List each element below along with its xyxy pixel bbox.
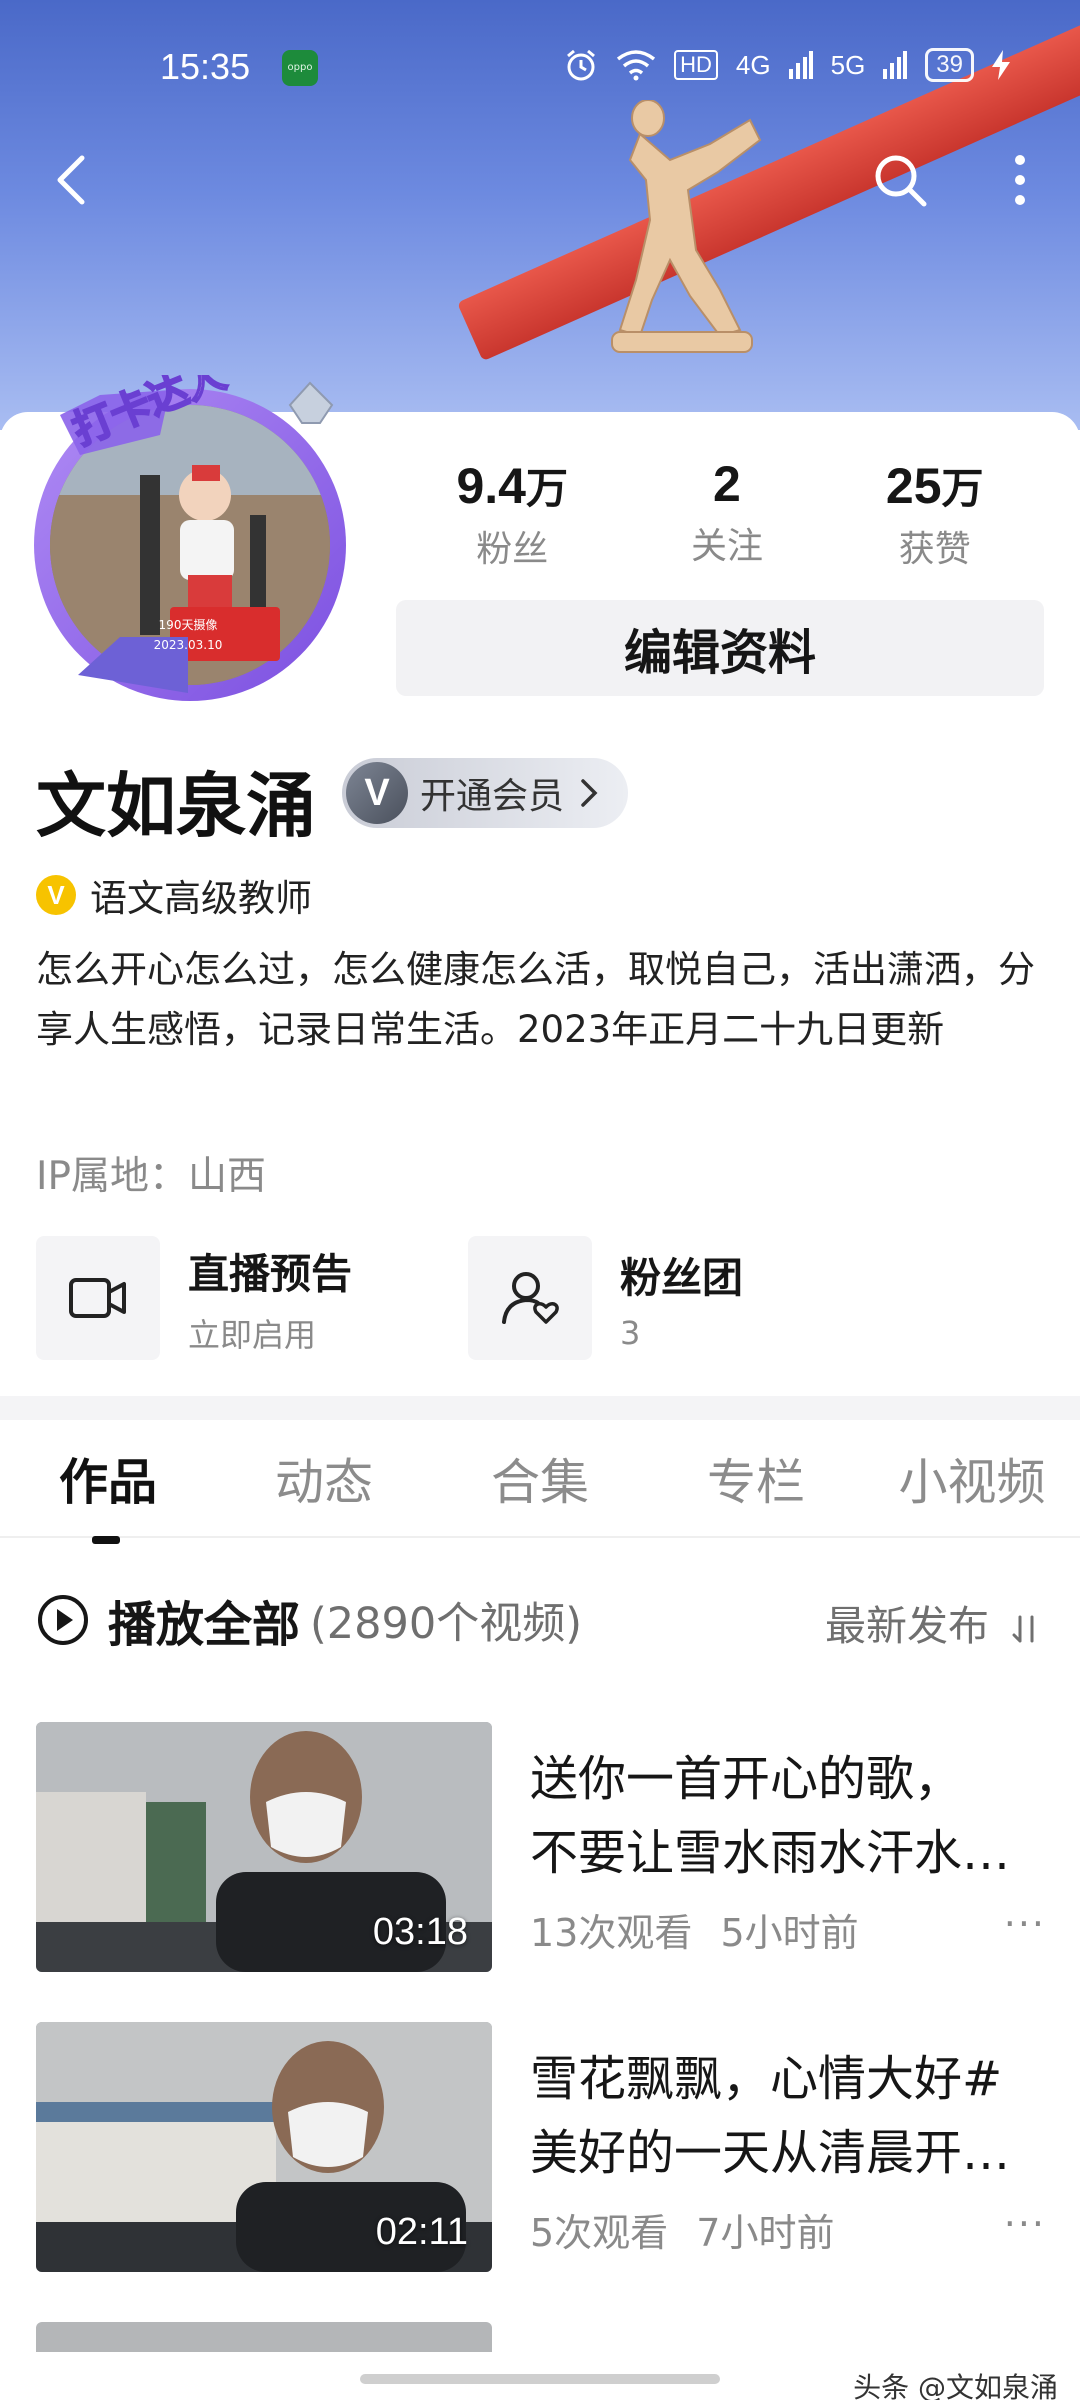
fan-group-icon [502, 1272, 559, 1324]
quick-action-title: 粉丝团 [620, 1254, 743, 1302]
play-all-label: 播放全部 [108, 1597, 301, 1653]
status-icons: HD 4G 5G 39 [564, 48, 1010, 82]
header-background-image: 15:35 oppo HD 4G 5G 39 [0, 0, 1080, 430]
signal-bars-icon [883, 51, 908, 79]
tab-short-videos[interactable]: 小视频 [872, 1443, 1072, 1514]
verified-badge-icon: V [36, 875, 76, 915]
more-vertical-icon [1015, 155, 1025, 205]
profile-stats: 9.4万 粉丝 2 关注 25万 获赞 [395, 455, 1045, 572]
video-more-button[interactable]: ··· [1004, 1902, 1046, 1946]
statue-figure-image [611, 100, 762, 353]
stat-likes[interactable]: 25万 获赞 [886, 455, 984, 572]
quick-action-subtitle: 3 [620, 1314, 641, 1352]
back-button[interactable] [32, 140, 112, 220]
sort-label: 最新发布 [824, 1602, 989, 1650]
stat-label: 获赞 [898, 529, 971, 570]
signal-4g-indicator: 4G [735, 49, 771, 80]
watermark: 头条 @文如泉涌 [853, 2371, 1058, 2400]
tab-columns[interactable]: 专栏 [656, 1443, 856, 1514]
alarm-icon [567, 49, 596, 81]
live-preview-action[interactable]: 直播预告 立即启用 [36, 1236, 352, 1360]
chevron-left-icon [57, 155, 85, 205]
play-circle-icon [38, 1595, 88, 1645]
video-camera-icon [69, 1278, 126, 1318]
profile-name: 文如泉涌 [36, 765, 316, 847]
stat-following[interactable]: 2 关注 [691, 455, 763, 572]
video-title-line2: 美好的一天从清晨开… [530, 2125, 1011, 2181]
section-divider [0, 1396, 1080, 1420]
app-notification-icon: oppo [282, 50, 318, 86]
stat-value: 25 [885, 458, 942, 514]
avatar-sticker-line2: 2023.03.10 [154, 638, 223, 652]
search-button[interactable] [860, 140, 940, 220]
home-indicator[interactable] [360, 2374, 720, 2384]
hd-indicator: HD [674, 50, 718, 80]
chevron-right-icon [581, 779, 598, 807]
verification-row: V 语文高级教师 [36, 868, 312, 922]
play-all-button[interactable]: 播放全部 (2890个视频) [36, 1585, 582, 1655]
status-time: 15:35 [160, 46, 251, 87]
status-bar: 15:35 oppo HD 4G 5G 39 [0, 40, 1080, 100]
video-time: 7小时前 [696, 2211, 835, 2255]
video-views: 5次观看 [530, 2211, 669, 2255]
signal-bars-icon [788, 51, 813, 79]
video-list-item-partial[interactable] [36, 2322, 492, 2352]
video-camera-icon-box [36, 1236, 160, 1360]
stat-label: 粉丝 [476, 529, 549, 570]
verification-text: 语文高级教师 [90, 877, 312, 920]
vip-label: 开通会员 [420, 776, 565, 817]
video-duration: 02:11 [375, 2211, 468, 2253]
top-navigation [0, 140, 1080, 220]
ip-location: IP属地：山西 [36, 1154, 267, 1199]
video-meta: 13次观看 5小时前 [530, 1902, 859, 1957]
sort-icon [1012, 1615, 1034, 1643]
video-count: (2890个视频) [310, 1599, 582, 1649]
profile-page: 15:35 oppo HD 4G 5G 39 190天摄像 2023.03.10… [0, 0, 1080, 2400]
stat-unit: 万 [941, 464, 984, 513]
edit-profile-button[interactable]: 编辑资料 [396, 600, 1044, 696]
video-views: 13次观看 [530, 1911, 693, 1955]
stat-value: 9.4 [456, 458, 526, 514]
quick-action-subtitle: 立即启用 [188, 1316, 317, 1354]
tab-collections[interactable]: 合集 [440, 1443, 640, 1514]
video-title-line2: 不要让雪水雨水汗水… [530, 1825, 1011, 1881]
video-list-item[interactable]: 02:11 雪花飘飘，心情大好# 美好的一天从清晨开… 5次观看 7小时前 ··… [36, 2022, 1046, 2272]
avatar[interactable]: 190天摄像 2023.03.10 打卡达人 [20, 351, 360, 715]
more-options-button[interactable] [980, 140, 1060, 220]
video-thumbnail[interactable]: 02:11 [36, 2022, 492, 2272]
video-thumbnail[interactable]: 03:18 [36, 1722, 492, 1972]
video-duration: 03:18 [372, 1911, 468, 1953]
signal-5g-indicator: 5G [830, 49, 866, 80]
stat-value: 2 [713, 456, 741, 512]
video-title-line1: 雪花飘飘，心情大好# [530, 2051, 1003, 2107]
tab-updates[interactable]: 动态 [224, 1443, 424, 1514]
stat-label: 关注 [690, 526, 763, 567]
video-time: 5小时前 [720, 1911, 859, 1955]
sort-dropdown[interactable]: 最新发布 [825, 1592, 1040, 1652]
fan-group-action[interactable]: 粉丝团 3 [468, 1236, 743, 1360]
video-more-button[interactable]: ··· [1004, 2202, 1046, 2246]
content-tabs: 作品 动态 合集 专栏 小视频 [0, 1420, 1080, 1544]
video-meta: 5次观看 7小时前 [530, 2202, 834, 2257]
vip-icon: V [346, 762, 408, 824]
avatar-sticker-line1: 190天摄像 [159, 617, 218, 632]
tab-works[interactable]: 作品 [8, 1443, 208, 1544]
charging-icon [992, 50, 1010, 80]
stat-fans[interactable]: 9.4万 粉丝 [456, 455, 568, 572]
search-icon [875, 155, 927, 207]
stat-unit: 万 [525, 464, 568, 513]
wifi-icon [617, 50, 656, 81]
fan-group-icon-box [468, 1236, 592, 1360]
profile-bio: 怎么开心怎么过，怎么健康怎么活，取悦自己，活出潇洒，分享人生感悟，记录日常生活。… [36, 948, 1035, 1051]
quick-action-title: 直播预告 [188, 1250, 352, 1298]
video-list-item[interactable]: 03:18 送你一首开心的歌， 不要让雪水雨水汗水… 13次观看 5小时前 ··… [36, 1722, 1046, 1972]
battery-indicator: 39 [925, 48, 974, 82]
avatar-frame-image: 190天摄像 2023.03.10 打卡达人 [34, 351, 346, 701]
vip-membership-button[interactable]: V 开通会员 [342, 758, 629, 828]
video-title-line1: 送你一首开心的歌， [530, 1751, 963, 1807]
